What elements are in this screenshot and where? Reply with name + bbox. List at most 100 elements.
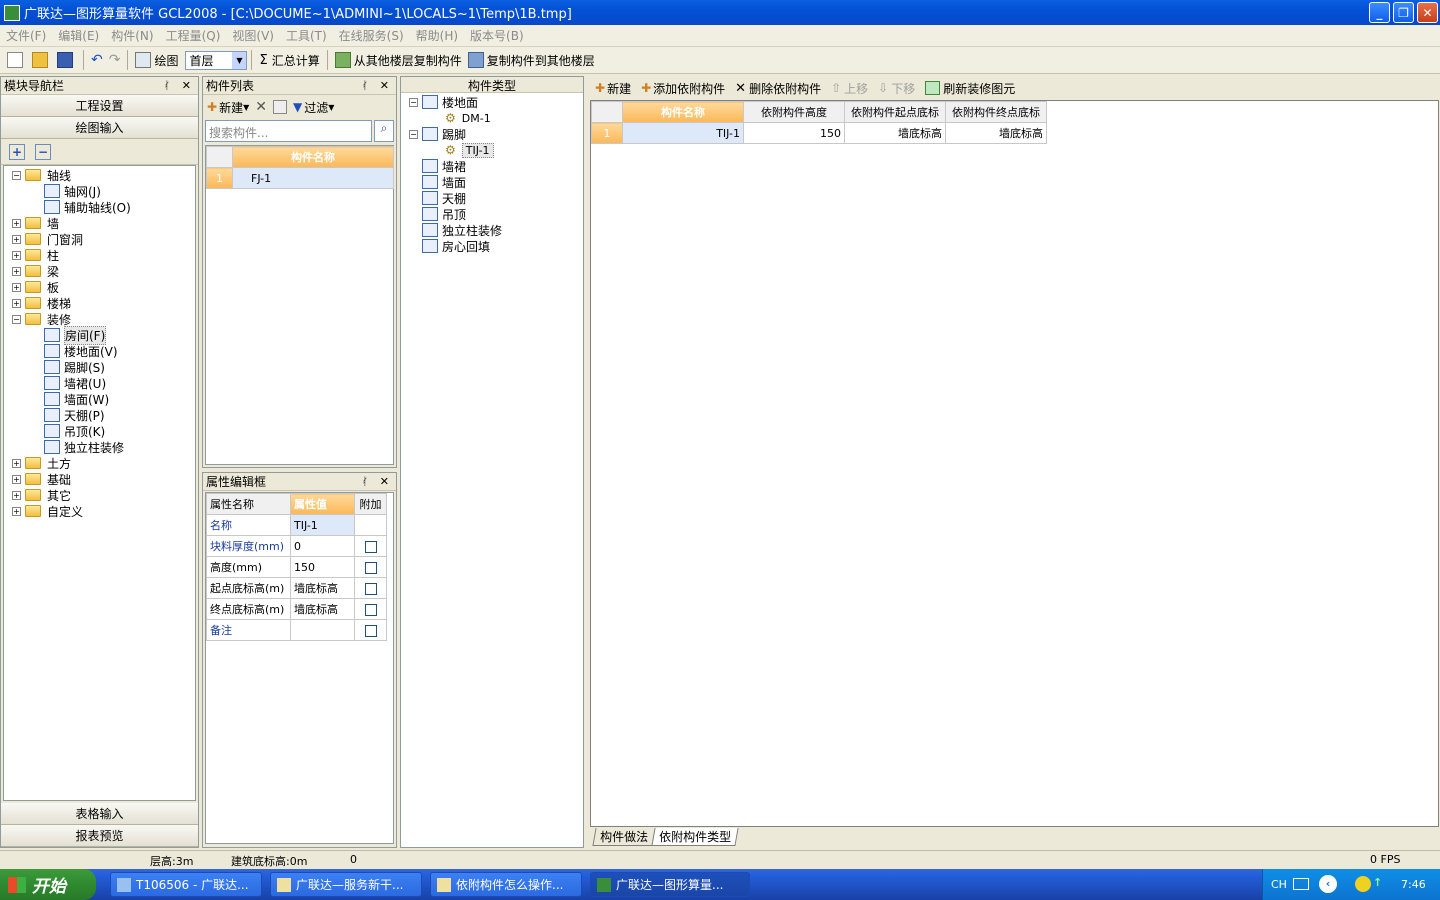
tab-component-method[interactable]: 构件做法 <box>592 828 656 846</box>
attached-new-button[interactable]: ✚ 新建 <box>595 80 631 97</box>
copy-to-floor-button[interactable]: 复制构件到其他楼层 <box>465 49 598 71</box>
nav-tree-item[interactable]: 轴网(J) <box>44 183 101 199</box>
drawing-input-button[interactable]: 绘图输入 <box>1 117 198 139</box>
nav-tree-item[interactable]: 辅助轴线(O) <box>44 199 131 215</box>
component-type-item[interactable]: ⚙ TIJ-1 <box>445 142 494 158</box>
nav-tree-item[interactable]: + 墙 <box>12 215 59 231</box>
property-row[interactable]: 终点底标高(m) 墙底标高 <box>206 598 387 620</box>
save-button[interactable] <box>54 49 79 71</box>
component-type-item[interactable]: 墙裙 <box>409 158 466 174</box>
nav-tree-item[interactable]: + 门窗洞 <box>12 231 83 247</box>
nav-tree-item[interactable]: 墙面(W) <box>44 391 109 407</box>
component-type-item[interactable]: 独立柱装修 <box>409 222 502 238</box>
search-icon[interactable]: ⌕ <box>374 120 394 142</box>
nav-tree-item[interactable]: + 楼梯 <box>12 295 71 311</box>
refresh-decoration-button[interactable]: 刷新装修图元 <box>925 80 1015 97</box>
expand-all-icon[interactable]: + <box>9 143 25 160</box>
expand-icon[interactable]: + <box>12 474 21 484</box>
property-value-cell[interactable] <box>290 619 355 641</box>
copy-icon[interactable] <box>272 100 287 114</box>
property-value-cell[interactable]: 150 <box>290 556 355 578</box>
nav-tree-item[interactable]: + 土方 <box>12 455 71 471</box>
nav-tree-item[interactable]: 吊顶(K) <box>44 423 105 439</box>
delete-icon[interactable]: ✕ <box>255 99 267 115</box>
pin-close-icons[interactable]: ᚰ ✕ <box>164 79 195 92</box>
component-type-item[interactable]: 房心回填 <box>409 238 490 254</box>
tab-attached-type[interactable]: 依附构件类型 <box>651 828 739 846</box>
move-up-button[interactable]: ⇧ 上移 <box>831 80 868 97</box>
attached-start-cell[interactable]: 墙底标高 <box>844 122 946 144</box>
property-row[interactable]: 起点底标高(m) 墙底标高 <box>206 577 387 599</box>
taskbar-item[interactable]: 广联达—图形算量... <box>590 872 750 897</box>
nav-tree-item[interactable]: 天棚(P) <box>44 407 105 423</box>
collapse-icon[interactable]: − <box>12 314 21 324</box>
keyboard-icon[interactable] <box>1293 878 1309 890</box>
nav-tree-item[interactable]: 墙裙(U) <box>44 375 106 391</box>
delete-attached-button[interactable]: ✕ 删除依附构件 <box>735 80 821 97</box>
network-icon[interactable] <box>1355 876 1371 892</box>
attached-name-cell[interactable]: TIJ-1 <box>622 122 744 144</box>
menu-version[interactable]: 版本号(B) <box>470 27 524 44</box>
attached-height-cell[interactable]: 150 <box>743 122 845 144</box>
pin-close-icons[interactable]: ᚰ ✕ <box>362 475 393 488</box>
collapse-icon[interactable]: − <box>409 97 418 107</box>
collapse-all-icon[interactable]: − <box>35 143 51 160</box>
undo-button[interactable]: ↶ <box>88 49 106 71</box>
nav-tree-item[interactable]: + 板 <box>12 279 59 295</box>
nav-tree-item[interactable]: + 自定义 <box>12 503 83 519</box>
property-row[interactable]: 名称 TIJ-1 <box>206 514 387 536</box>
component-type-item[interactable]: − 踢脚 <box>409 126 466 142</box>
close-button[interactable]: ✕ <box>1417 2 1438 23</box>
menu-view[interactable]: 视图(V) <box>232 27 274 44</box>
expand-icon[interactable]: + <box>12 298 21 308</box>
component-type-item[interactable]: 吊顶 <box>409 206 466 222</box>
menu-help[interactable]: 帮助(H) <box>416 27 458 44</box>
component-type-item[interactable]: ⚙ DM-1 <box>445 110 491 126</box>
attach-checkbox[interactable] <box>364 603 377 616</box>
taskbar-item[interactable]: 依附构件怎么操作... <box>430 872 582 897</box>
nav-tree-item[interactable]: + 其它 <box>12 487 71 503</box>
attach-checkbox[interactable] <box>364 624 377 637</box>
collapse-icon[interactable]: − <box>409 129 418 139</box>
start-button[interactable]: 开始 <box>0 869 96 900</box>
nav-tree-item[interactable]: 房间(F) <box>44 325 107 345</box>
restore-button[interactable]: ❐ <box>1393 2 1414 23</box>
property-row[interactable]: 块料厚度(mm) 0 <box>206 535 387 557</box>
sum-calc-button[interactable]: Σ 汇总计算 <box>256 49 322 71</box>
expand-icon[interactable]: + <box>12 458 21 468</box>
pin-close-icons[interactable]: ᚰ ✕ <box>362 79 393 92</box>
add-attached-button[interactable]: ✚ 添加依附构件 <box>641 80 725 97</box>
property-row[interactable]: 备注 <box>206 619 387 641</box>
component-type-item[interactable]: 天棚 <box>409 190 466 206</box>
taskbar-item[interactable]: T106506 - 广联达... <box>110 872 262 897</box>
expand-icon[interactable]: + <box>12 266 21 276</box>
language-indicator[interactable]: CH <box>1271 878 1287 891</box>
attach-checkbox[interactable] <box>364 561 377 574</box>
project-settings-button[interactable]: 工程设置 <box>1 95 198 117</box>
nav-tree-item[interactable]: + 柱 <box>12 247 59 263</box>
redo-button[interactable]: ↷ <box>106 49 124 71</box>
property-value-cell[interactable]: 0 <box>290 535 355 557</box>
nav-tree-item[interactable]: + 基础 <box>12 471 71 487</box>
attach-checkbox[interactable] <box>364 582 377 595</box>
open-file-button[interactable] <box>29 49 54 71</box>
minimize-button[interactable]: _ <box>1369 2 1390 23</box>
nav-tree-item[interactable]: 独立柱装修 <box>44 439 124 455</box>
filter-button[interactable]: ▼ 过滤 ▼ <box>293 99 334 116</box>
move-down-button[interactable]: ⇩ 下移 <box>878 80 915 97</box>
menu-edit[interactable]: 编辑(E) <box>58 27 99 44</box>
report-preview-button[interactable]: 报表预览 <box>1 825 198 847</box>
menu-tools[interactable]: 工具(T) <box>286 27 327 44</box>
collapse-icon[interactable]: − <box>12 170 21 180</box>
expand-icon[interactable]: + <box>12 218 21 228</box>
new-component-button[interactable]: ✚ 新建 ▼ <box>207 99 249 116</box>
expand-icon[interactable]: + <box>12 506 21 516</box>
property-value-cell[interactable]: 墙底标高 <box>290 577 355 599</box>
copy-from-floor-button[interactable]: 从其他楼层复制构件 <box>332 49 465 71</box>
nav-tree-item[interactable]: − 装修 <box>12 311 71 327</box>
component-type-item[interactable]: − 楼地面 <box>409 94 478 110</box>
attach-checkbox[interactable] <box>364 540 377 553</box>
taskbar-item[interactable]: 广联达—服务新干... <box>270 872 422 897</box>
attached-end-cell[interactable]: 墙底标高 <box>945 122 1047 144</box>
nav-tree-item[interactable]: + 梁 <box>12 263 59 279</box>
